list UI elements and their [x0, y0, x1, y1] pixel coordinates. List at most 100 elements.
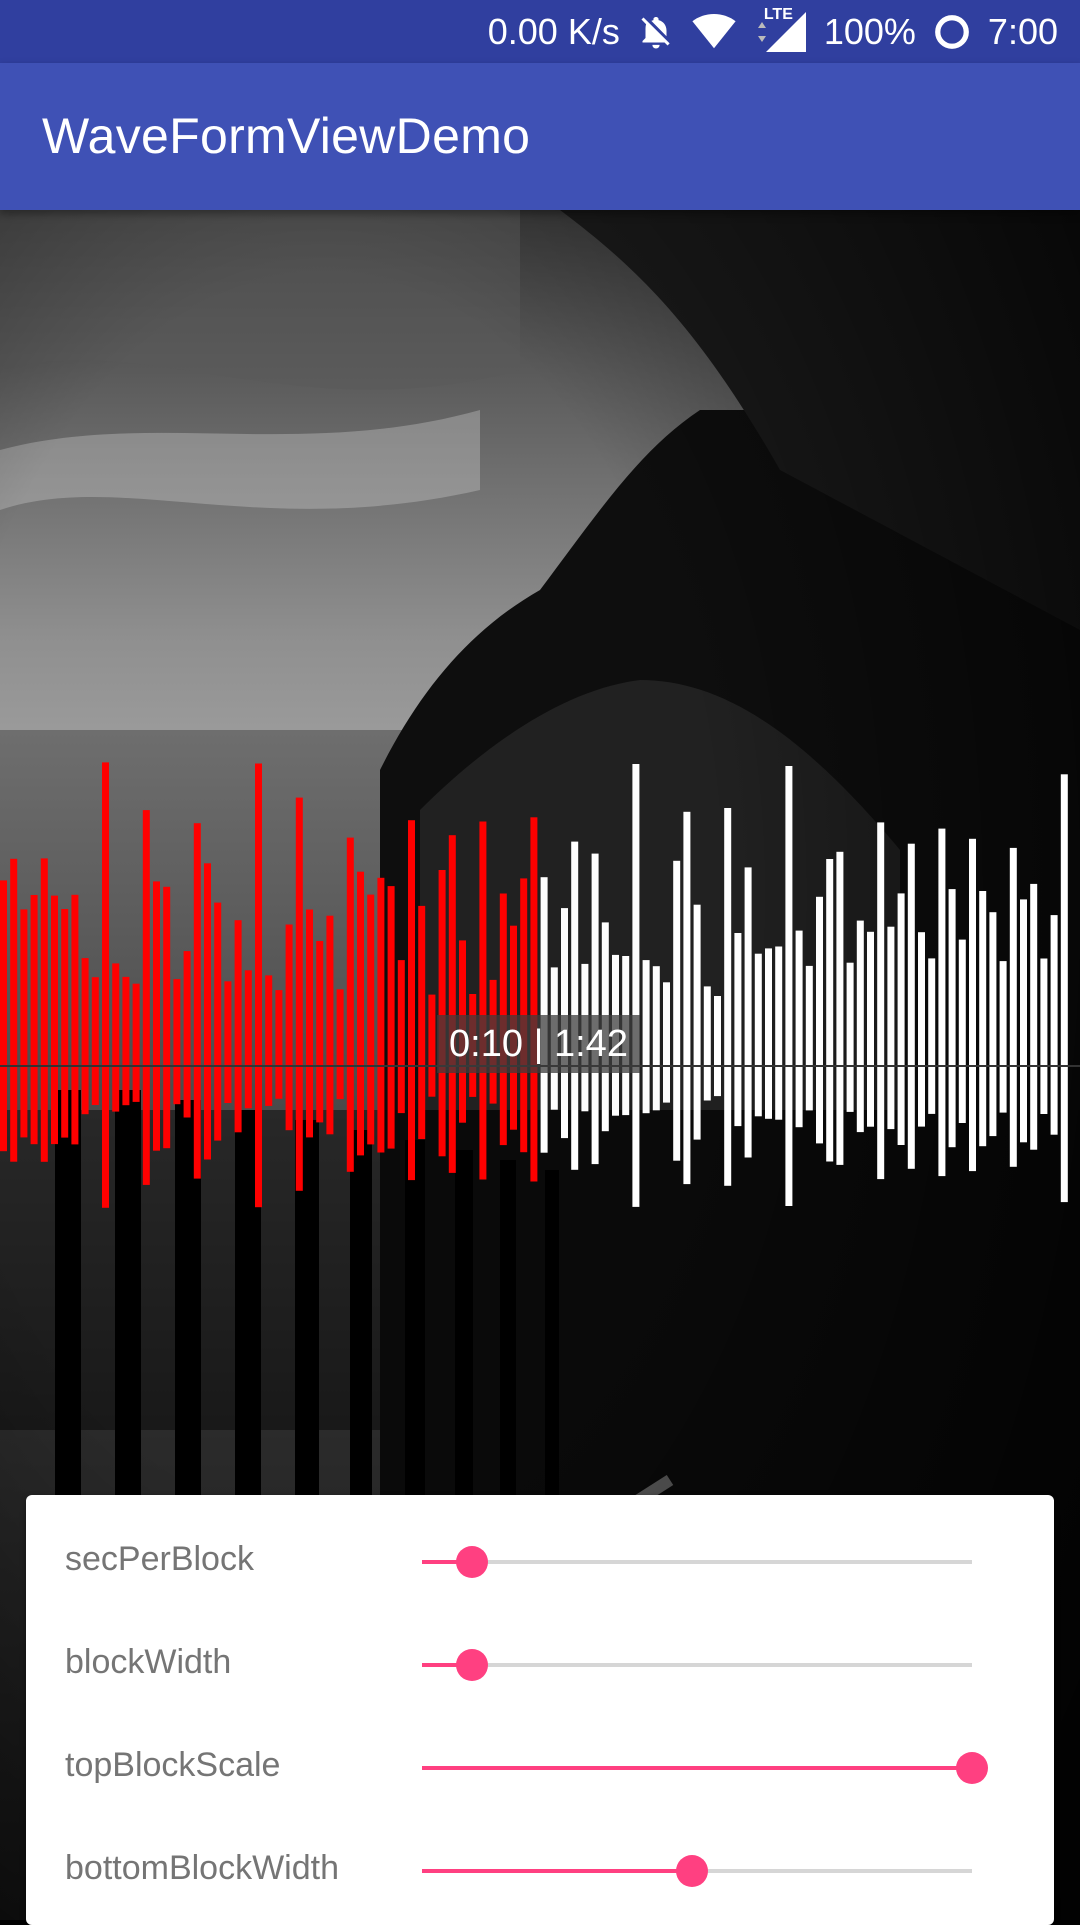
waveform-bar — [204, 863, 211, 1160]
waveform-bar — [1040, 958, 1048, 1114]
waveform-bar — [846, 962, 854, 1112]
sec-per-block-slider[interactable] — [422, 1546, 972, 1578]
waveform-bar — [163, 886, 171, 1149]
waveform-bar — [387, 886, 395, 1149]
waveform-bar — [418, 905, 426, 1140]
waveform-bar — [938, 828, 946, 1177]
waveform-bar — [999, 961, 1007, 1113]
waveform-bar — [142, 810, 150, 1185]
waveform-bar — [1020, 899, 1027, 1143]
waveform-bar — [428, 994, 436, 1097]
waveform-bar — [693, 904, 701, 1140]
waveform-bar — [795, 930, 803, 1128]
waveform-bar — [591, 853, 599, 1165]
waveform-bar — [918, 932, 925, 1127]
slider-thumb[interactable] — [956, 1752, 988, 1784]
waveform-bar — [744, 867, 752, 1158]
slider-thumb[interactable] — [455, 1546, 488, 1578]
waveform-bar — [1030, 883, 1038, 1150]
slider-fill — [422, 1869, 692, 1873]
waveform-bar — [244, 970, 252, 1109]
waveform-bar — [153, 881, 160, 1151]
waveform-bar — [448, 835, 456, 1173]
waveform-bar — [530, 817, 538, 1182]
waveform-bar — [826, 859, 834, 1162]
waveform-bar — [989, 912, 997, 1137]
waveform-bar — [132, 983, 140, 1102]
slider-thumb[interactable] — [675, 1855, 708, 1887]
bottom-block-width-slider[interactable] — [422, 1855, 972, 1887]
slider-thumb[interactable] — [455, 1649, 488, 1681]
waveform-bar — [40, 858, 48, 1162]
waveform-bar — [51, 895, 58, 1145]
waveform-bar — [234, 920, 242, 1133]
waveform-bar — [61, 909, 69, 1138]
status-bar: 0.00 K/s LTE 100% 7:00 — [0, 0, 1080, 63]
time-label: 0:10 | 1:42 — [449, 1022, 628, 1065]
waveform-bar — [703, 986, 711, 1101]
controls-panel: secPerBlock blockWidth topBlockScale bot… — [26, 1495, 1054, 1925]
waveform-bar — [71, 894, 79, 1145]
waveform-bar — [897, 893, 905, 1145]
waveform-bar — [81, 958, 89, 1115]
waveform-bar — [928, 958, 936, 1114]
waveform-bar — [714, 996, 721, 1097]
waveform-bar — [306, 909, 313, 1138]
block-width-slider[interactable] — [422, 1649, 972, 1681]
waveform-bar — [224, 981, 232, 1103]
waveform-bar — [91, 977, 99, 1105]
waveform-bar — [754, 953, 762, 1117]
waveform-bar — [214, 902, 222, 1141]
clock: 7:00 — [987, 10, 1058, 52]
battery-level: 100% — [823, 10, 916, 52]
lte-signal-icon: LTE — [754, 6, 806, 52]
waveform-bar — [438, 870, 446, 1157]
waveform-bar — [775, 946, 783, 1120]
waveform-bar — [907, 843, 915, 1169]
waveform-bar — [193, 823, 201, 1179]
waveform-bar — [112, 963, 120, 1112]
waveform-bar — [316, 941, 324, 1123]
time-indicator: 0:10 | 1:42 — [437, 1015, 640, 1073]
waveform-bar — [479, 821, 487, 1180]
waveform-bar — [642, 960, 650, 1114]
waveform-bar — [877, 822, 885, 1180]
waveform-bar — [265, 975, 273, 1106]
waveform-bar — [397, 960, 405, 1114]
waveform-bar — [30, 895, 38, 1145]
control-label: topBlockScale — [65, 1746, 281, 1784]
network-type: LTE — [763, 5, 793, 23]
waveform-bar — [969, 838, 976, 1172]
app-title: WaveFormViewDemo — [42, 108, 531, 164]
waveform-bar — [683, 811, 691, 1185]
waveform-bar — [326, 915, 334, 1135]
waveform-bar — [652, 966, 660, 1111]
control-row-bottom-block-width: bottomBlockWidth — [26, 1831, 1054, 1911]
waveform-bar — [571, 841, 579, 1170]
waveform-bar — [836, 851, 844, 1165]
waveform-bar — [673, 860, 681, 1161]
waveform-bar — [367, 894, 375, 1145]
waveform-bar — [0, 880, 7, 1152]
waveform-bar — [856, 920, 864, 1133]
waveform-bar — [357, 871, 364, 1156]
waveform-bar — [632, 764, 640, 1207]
control-row-block-width: blockWidth — [26, 1625, 1054, 1705]
waveform-bar — [173, 979, 181, 1105]
waveform-bar — [285, 924, 293, 1131]
waveform-bar — [805, 965, 813, 1111]
waveform-bar — [408, 820, 415, 1181]
waveform-bar — [979, 891, 987, 1147]
battery-circle-icon — [934, 14, 970, 50]
waveform-bar — [765, 948, 772, 1119]
status-icons: 0.00 K/s LTE 100% 7:00 — [488, 0, 1058, 63]
top-block-scale-slider[interactable] — [422, 1752, 988, 1784]
waveform-bar — [295, 797, 303, 1191]
waveform-bar — [724, 808, 732, 1186]
waveform-bar — [10, 858, 18, 1162]
waveform-bar — [816, 896, 823, 1144]
waveform-bar — [1009, 847, 1017, 1167]
wifi-icon — [692, 13, 736, 50]
waveform-bar — [734, 933, 742, 1127]
control-label: blockWidth — [65, 1643, 232, 1681]
